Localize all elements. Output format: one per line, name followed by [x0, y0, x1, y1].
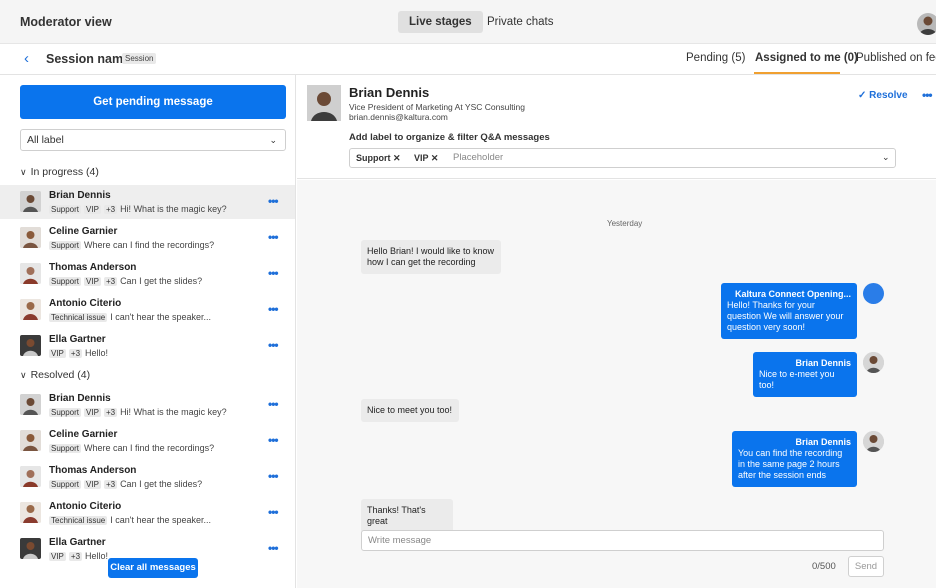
resolved-header[interactable]: ∨ Resolved (4)	[20, 369, 90, 381]
item-name: Antonio Citerio	[49, 298, 122, 309]
more-options-icon[interactable]: •••	[268, 505, 279, 519]
tab-private-chats[interactable]: Private chats	[476, 11, 564, 33]
outgoing-message: Kaltura Connect Opening... Hello! Thanks…	[721, 283, 857, 339]
active-tab-indicator	[754, 72, 840, 74]
more-options-icon[interactable]: •••	[268, 302, 279, 316]
conversation-panel: Brian Dennis Vice President of Marketing…	[297, 75, 936, 588]
tab-pending[interactable]: Pending (5)	[686, 52, 745, 64]
item-name: Ella Gartner	[49, 334, 106, 345]
send-button[interactable]: Send	[848, 556, 884, 577]
user-name: Brian Dennis	[349, 85, 430, 100]
write-message-input[interactable]: Write message	[361, 530, 884, 551]
tab-assigned-to-me[interactable]: Assigned to me (0)	[755, 52, 858, 64]
list-item[interactable]: Antonio Citerio Technical issue I can't h…	[0, 293, 295, 327]
tab-published-on-feed[interactable]: Published on feed	[856, 52, 936, 64]
avatar	[20, 538, 41, 559]
avatar	[20, 335, 41, 356]
more-options-icon[interactable]: •••	[922, 88, 933, 102]
app-title: Moderator view	[20, 15, 112, 29]
incoming-message: Thanks! That's great	[361, 499, 453, 533]
avatar	[20, 191, 41, 212]
user-title: Vice President of Marketing At YSC Consu…	[349, 102, 525, 112]
label-filter-value: All label	[27, 134, 64, 146]
avatar	[20, 502, 41, 523]
item-name: Brian Dennis	[49, 393, 111, 404]
user-avatar[interactable]	[917, 13, 936, 35]
label-filter-select[interactable]: All label ⌄	[20, 129, 286, 151]
avatar	[863, 431, 884, 452]
more-options-icon[interactable]: •••	[268, 230, 279, 244]
resolve-button[interactable]: ✓ Resolve	[858, 90, 908, 101]
add-label-instruction: Add label to organize & filter Q&A messa…	[349, 132, 550, 143]
avatar	[863, 352, 884, 373]
user-email: brian.dennis@kaltura.com	[349, 112, 448, 122]
top-bar: Moderator view Live stages Private chats	[0, 0, 936, 44]
session-badge: Session	[122, 53, 157, 64]
avatar	[20, 430, 41, 451]
chevron-down-icon[interactable]: ⌄	[882, 152, 890, 163]
message-list-panel: Get pending message All label ⌄ ∨ In prog…	[0, 75, 296, 588]
conversation-header: Brian Dennis Vice President of Marketing…	[297, 75, 936, 179]
list-item[interactable]: Ella Gartner VIP +3 Hello! •••	[0, 329, 295, 363]
avatar	[20, 466, 41, 487]
outgoing-message: Brian Dennis You can find the recording …	[732, 431, 857, 487]
list-item[interactable]: Celine Garnier Support Where can I find t…	[0, 221, 295, 255]
get-pending-message-button[interactable]: Get pending message	[20, 85, 286, 119]
item-name: Celine Garnier	[49, 429, 118, 440]
session-header: ‹ Session name Session Pending (5) Assig…	[0, 44, 936, 75]
avatar	[863, 283, 884, 304]
more-options-icon[interactable]: •••	[268, 338, 279, 352]
chevron-down-icon: ⌄	[269, 135, 277, 145]
incoming-message: Hello Brian! I would like to know how I …	[361, 240, 501, 274]
list-item[interactable]: Brian Dennis Support VIP +3 Hi! What is the…	[0, 388, 295, 422]
item-name: Celine Garnier	[49, 226, 118, 237]
label-chip-support[interactable]: Support ✕	[356, 152, 401, 165]
avatar	[307, 85, 341, 121]
list-item[interactable]: Thomas Anderson Support VIP +3 Can I get th…	[0, 460, 295, 494]
chevron-down-icon: ∨	[20, 167, 27, 177]
item-name: Brian Dennis	[49, 190, 111, 201]
avatar	[20, 299, 41, 320]
day-separator: Yesterday	[607, 219, 643, 228]
avatar	[20, 263, 41, 284]
chevron-left-icon[interactable]: ‹	[24, 50, 29, 67]
item-name: Thomas Anderson	[49, 465, 137, 476]
more-options-icon[interactable]: •••	[268, 541, 279, 555]
in-progress-header[interactable]: ∨ In progress (4)	[20, 166, 99, 178]
session-name: Session name	[46, 52, 131, 66]
more-options-icon[interactable]: •••	[268, 194, 279, 208]
chat-area: Yesterday Hello Brian! I would like to k…	[297, 180, 936, 588]
item-name: Thomas Anderson	[49, 262, 137, 273]
chevron-down-icon: ∨	[20, 370, 27, 380]
character-counter: 0/500	[812, 561, 836, 572]
outgoing-message: Brian Dennis Nice to e-meet you too!	[753, 352, 857, 397]
avatar	[20, 394, 41, 415]
more-options-icon[interactable]: •••	[268, 397, 279, 411]
label-input[interactable]: Support ✕ VIP ✕ Placeholder ⌄	[349, 148, 896, 168]
item-name: Ella Gartner	[49, 537, 106, 548]
clear-all-messages-button[interactable]: Clear all messages	[108, 558, 198, 578]
more-options-icon[interactable]: •••	[268, 469, 279, 483]
tab-live-stages[interactable]: Live stages	[398, 11, 483, 33]
incoming-message: Nice to meet you too!	[361, 399, 459, 422]
list-item[interactable]: Brian Dennis Support VIP +3 Hi! What is the…	[0, 185, 295, 219]
list-item[interactable]: Thomas Anderson Support VIP +3 Can I get th…	[0, 257, 295, 291]
item-name: Antonio Citerio	[49, 501, 122, 512]
list-item[interactable]: Antonio Citerio Technical issue I can't h…	[0, 496, 295, 530]
avatar	[20, 227, 41, 248]
list-item[interactable]: Celine Garnier Support Where can I find t…	[0, 424, 295, 458]
more-options-icon[interactable]: •••	[268, 433, 279, 447]
more-options-icon[interactable]: •••	[268, 266, 279, 280]
label-chip-vip[interactable]: VIP ✕	[414, 152, 438, 165]
label-input-placeholder: Placeholder	[453, 152, 504, 163]
